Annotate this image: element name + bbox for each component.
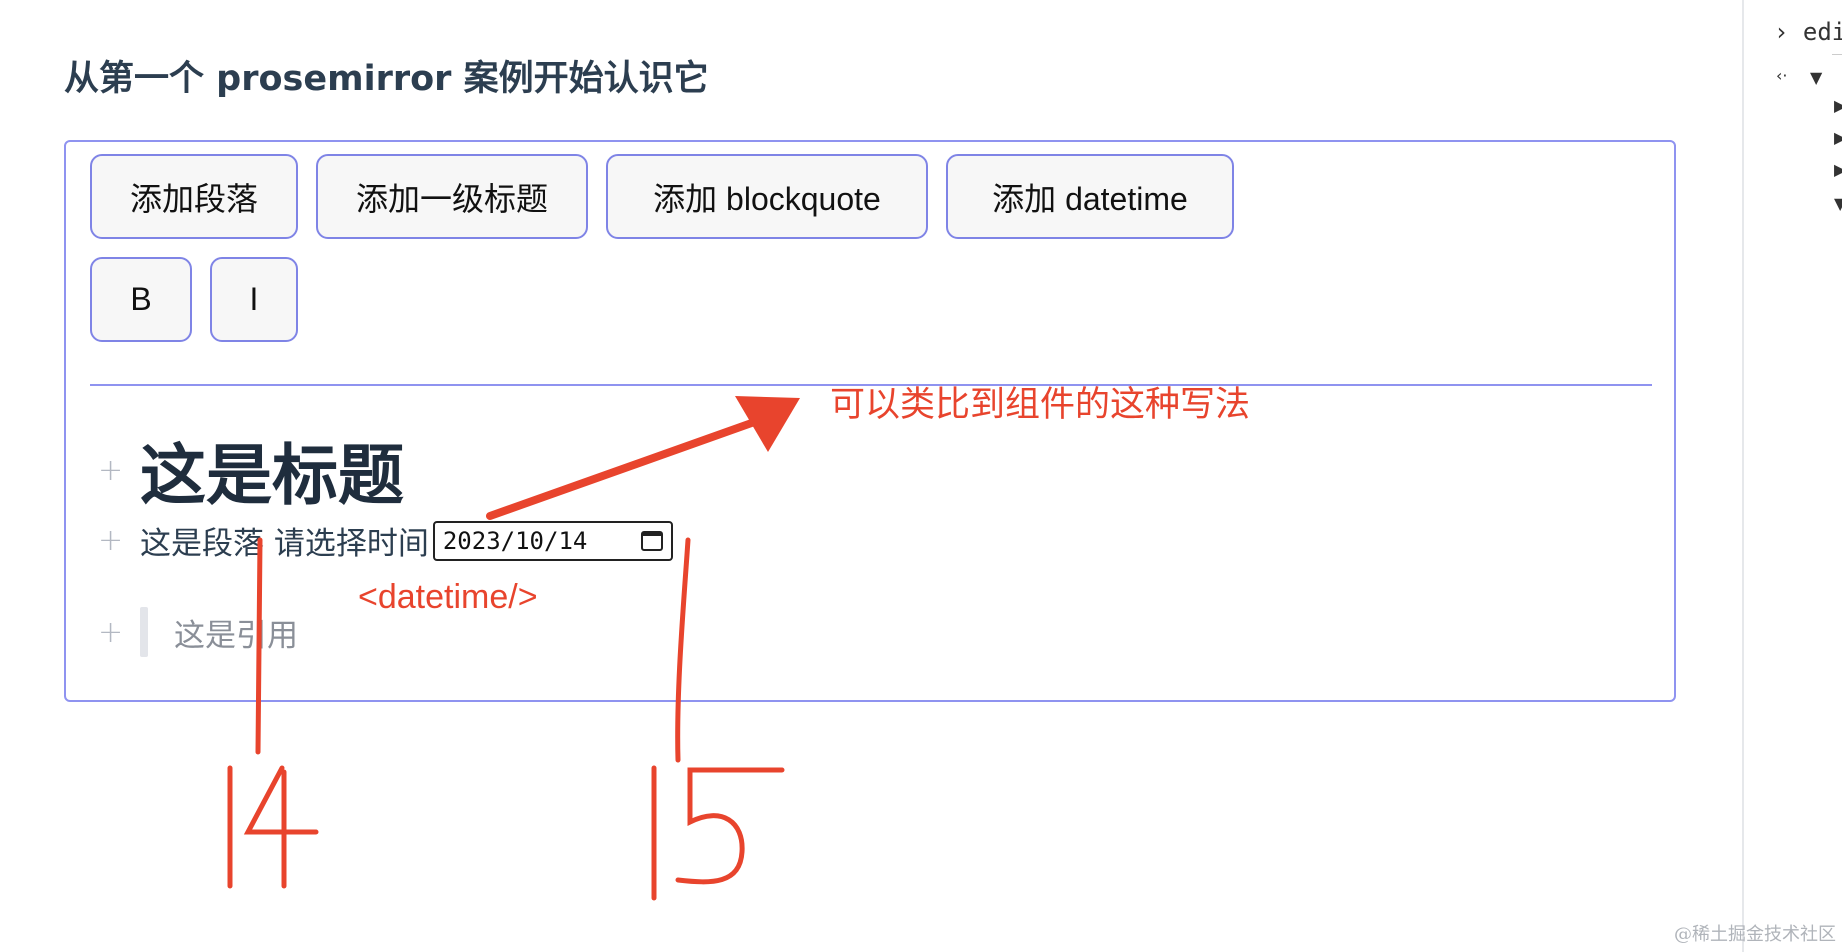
add-heading-button[interactable]: 添加一级标题 — [316, 154, 588, 239]
element-picker-icon[interactable]: ‹· — [1776, 66, 1787, 85]
add-block-icon[interactable]: + — [98, 615, 134, 650]
devtools-panel: › edi ‹· ▼ ▶ ▶ ▶ ▼ — [1742, 0, 1842, 952]
collapse-triangle-icon[interactable]: ▶ — [1834, 128, 1842, 147]
expand-triangle-icon[interactable]: ▼ — [1810, 68, 1822, 87]
calendar-icon[interactable] — [640, 530, 663, 551]
devtools-line[interactable]: › edi — [1774, 18, 1842, 46]
page-title: 从第一个 prosemirror 案例开始认识它 — [64, 59, 709, 99]
blockquote-block[interactable]: + 这是引用 — [98, 607, 298, 657]
devtools-separator — [1832, 54, 1842, 55]
add-datetime-button[interactable]: 添加 datetime — [946, 154, 1234, 239]
collapse-triangle-icon[interactable]: ▶ — [1834, 160, 1842, 179]
add-blockquote-button[interactable]: 添加 blockquote — [606, 154, 928, 239]
expand-triangle-icon[interactable]: ▼ — [1834, 194, 1842, 213]
heading-text[interactable]: 这是标题 — [140, 422, 404, 518]
handwritten-number-15 — [651, 765, 785, 901]
italic-button[interactable]: I — [210, 257, 298, 342]
collapse-triangle-icon[interactable]: ▶ — [1834, 96, 1842, 115]
add-block-icon[interactable]: + — [98, 523, 134, 558]
blockquote-text[interactable]: 这是引用 — [174, 610, 298, 655]
blockquote-bar — [140, 607, 148, 657]
handwritten-number-14 — [227, 765, 319, 889]
paragraph-block[interactable]: + 这是段落 请选择时间 2023/10/14 — [98, 518, 673, 563]
paragraph-text[interactable]: 这是段落 请选择时间 — [140, 518, 429, 563]
annotation-arrow-text: 可以类比到组件的这种写法 — [830, 385, 1251, 424]
annotation-datetime-tag: <datetime/> — [358, 578, 538, 616]
watermark: @稀土掘金技术社区 — [1674, 924, 1836, 945]
heading-block[interactable]: + 这是标题 — [98, 422, 404, 518]
datetime-value: 2023/10/14 — [442, 526, 588, 555]
toolbar-row-blocks: 添加段落 添加一级标题 添加 blockquote 添加 datetime — [90, 154, 1234, 239]
add-block-icon[interactable]: + — [98, 453, 134, 488]
add-paragraph-button[interactable]: 添加段落 — [90, 154, 298, 239]
bold-button[interactable]: B — [90, 257, 192, 342]
datetime-input[interactable]: 2023/10/14 — [432, 520, 673, 561]
toolbar-row-marks: B I — [90, 257, 298, 342]
